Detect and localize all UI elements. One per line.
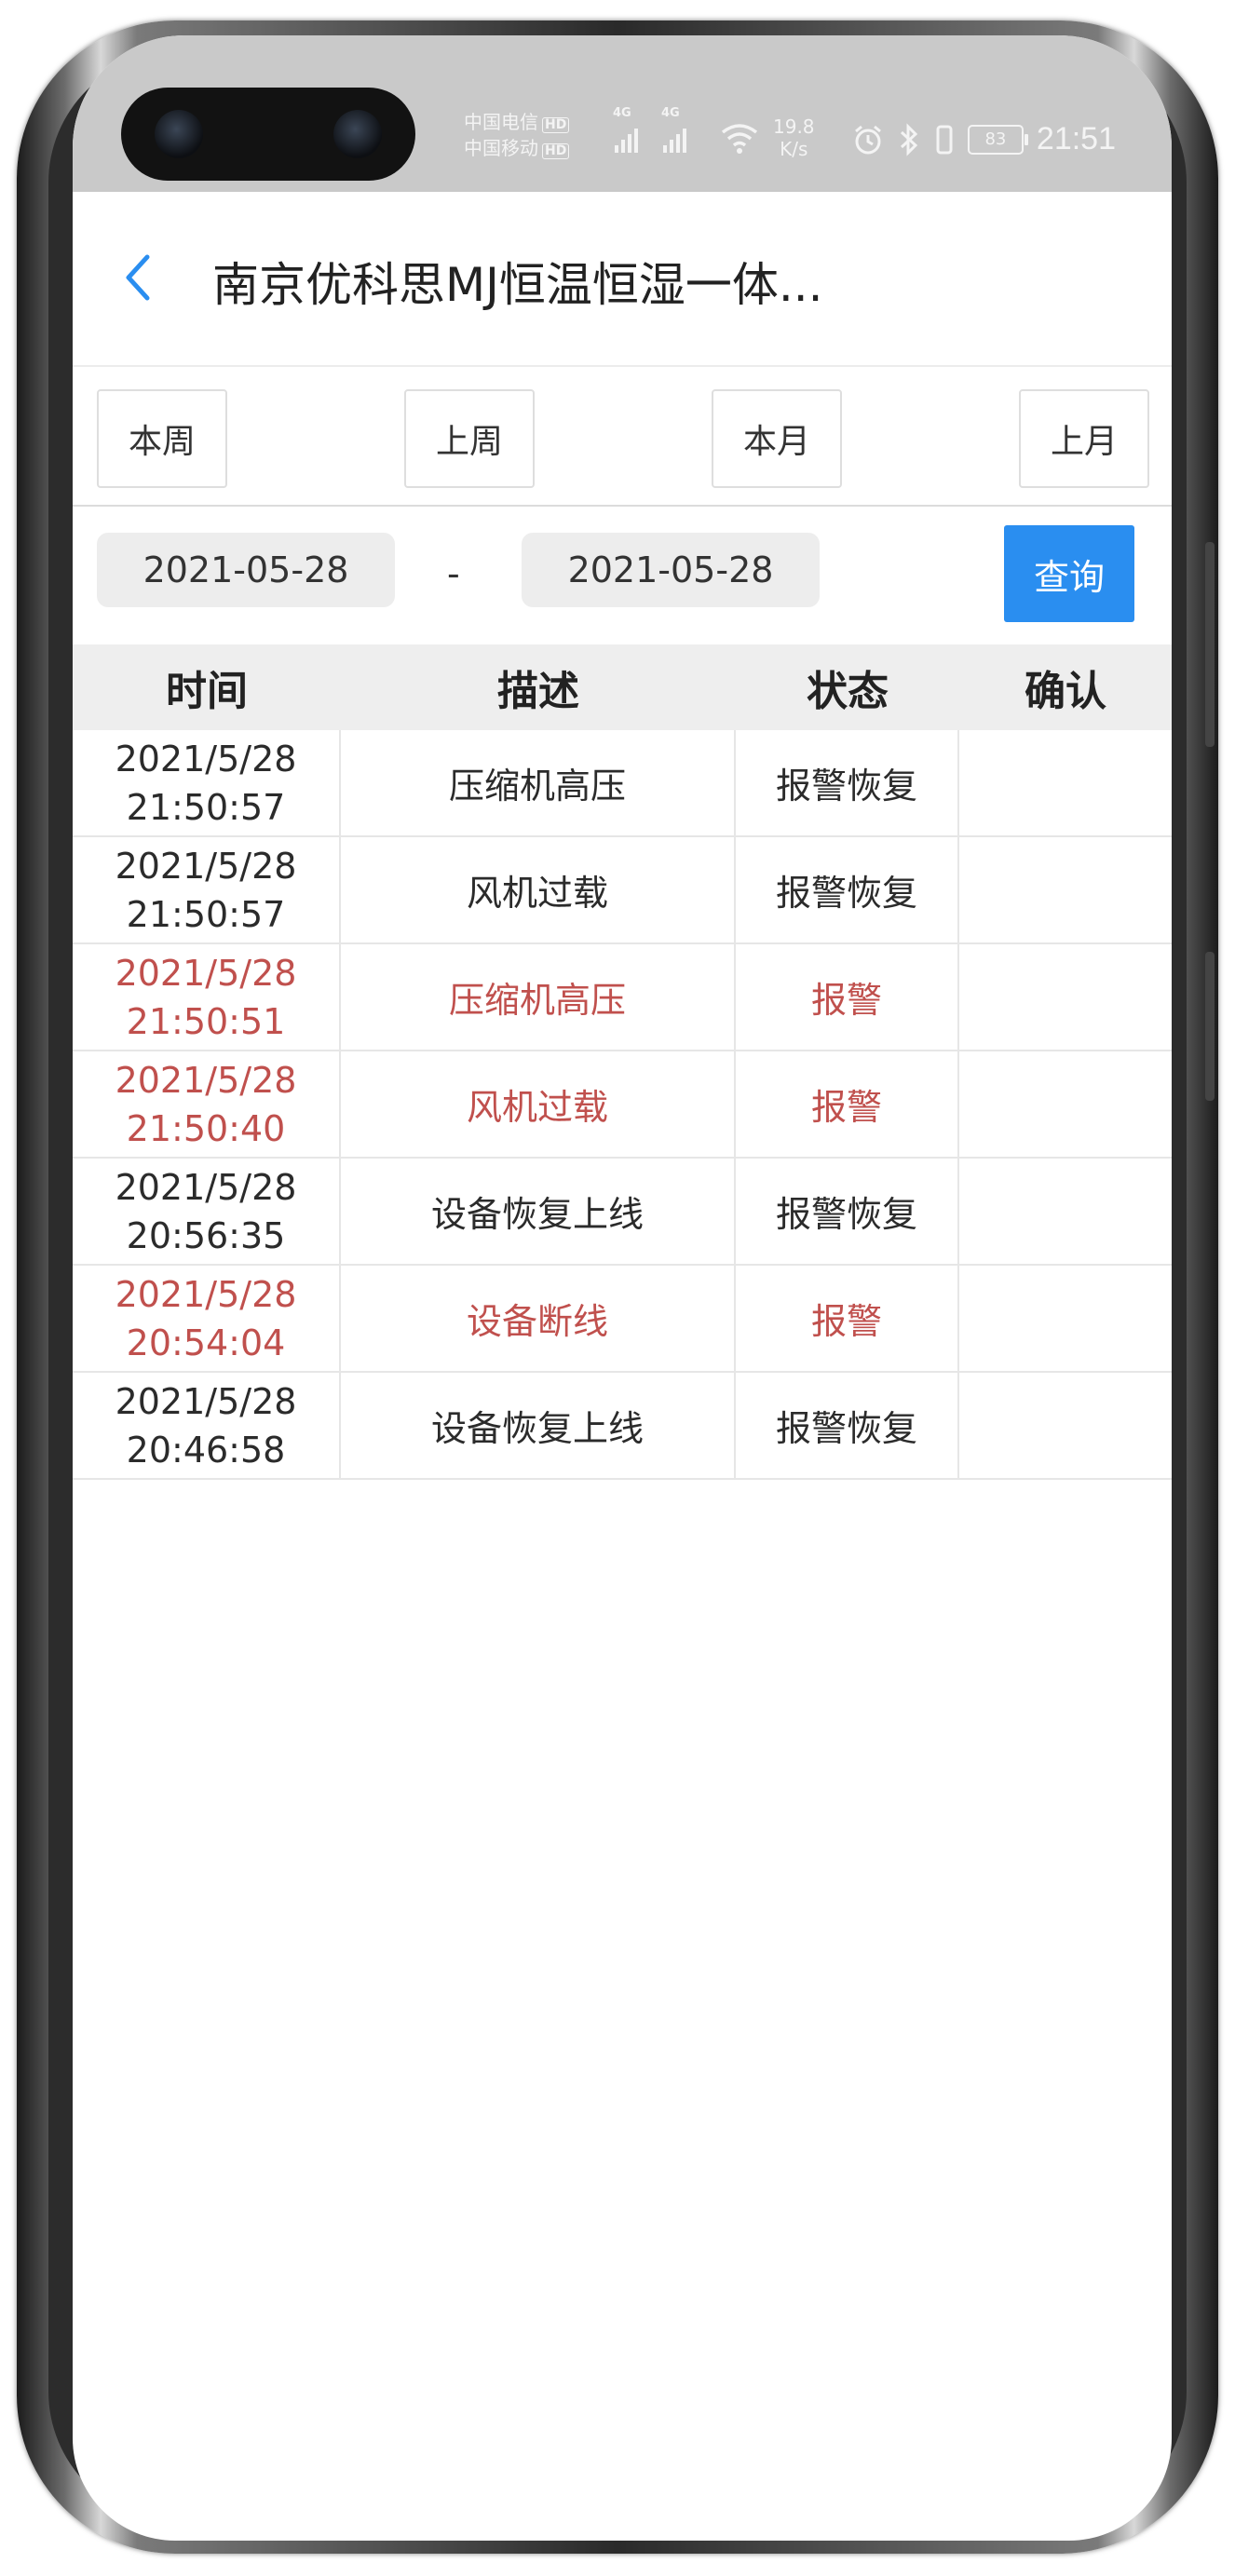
column-header-time: 时间 <box>166 668 248 715</box>
description-cell: 压缩机高压 <box>341 944 736 1050</box>
date-text: 2021/5/28 <box>115 845 297 887</box>
status-cell: 报警 <box>736 1266 959 1371</box>
table-header: 时间 描述 状态 确认 <box>73 644 1172 730</box>
status-cell: 报警 <box>736 944 959 1050</box>
status-cell: 报警恢复 <box>736 1373 959 1478</box>
volume-key <box>1205 542 1215 747</box>
time-cell: 2021/5/28 21:50:57 <box>73 837 341 942</box>
date-text: 2021/5/28 <box>115 1380 297 1422</box>
camera-lens-icon <box>333 110 382 158</box>
time-cell: 2021/5/28 21:50:40 <box>73 1051 341 1157</box>
column-header-description: 描述 <box>497 668 579 715</box>
time-cell: 2021/5/28 21:50:57 <box>73 730 341 835</box>
description-cell: 风机过载 <box>341 1051 736 1157</box>
nav-header: 南京优科思MJ恒温恒湿一体... <box>73 192 1172 367</box>
status-icons: 83 21:51 <box>852 121 1116 157</box>
status-bar: 中国电信 HD 中国移动 HD 4G 4G 19.8 K/s 83 21:51 <box>73 35 1172 192</box>
screen: 中国电信 HD 中国移动 HD 4G 4G 19.8 K/s 83 21:51 … <box>73 35 1172 2541</box>
power-key <box>1205 952 1215 1101</box>
time-text: 20:54:04 <box>126 1322 286 1363</box>
camera-lens-icon <box>155 110 203 158</box>
description-cell: 设备断线 <box>341 1266 736 1371</box>
last-week-button[interactable]: 上周 <box>404 389 535 488</box>
chevron-left-icon[interactable] <box>119 250 156 305</box>
this-week-button[interactable]: 本周 <box>97 389 227 488</box>
net-speed: 19.8 K/s <box>773 115 815 160</box>
time-cell: 2021/5/28 21:50:51 <box>73 944 341 1050</box>
carrier-2: 中国移动 HD <box>464 138 570 159</box>
end-date-input[interactable]: 2021-05-28 <box>522 533 820 607</box>
time-cell: 2021/5/28 20:46:58 <box>73 1373 341 1478</box>
date-text: 2021/5/28 <box>115 952 297 994</box>
status-cell: 报警恢复 <box>736 1159 959 1264</box>
description-cell: 设备恢复上线 <box>341 1373 736 1478</box>
table-row[interactable]: 2021/5/28 20:56:35 设备恢复上线 报警恢复 <box>73 1159 1172 1266</box>
table-row[interactable]: 2021/5/28 20:46:58 设备恢复上线 报警恢复 <box>73 1373 1172 1480</box>
confirm-cell[interactable] <box>959 837 1172 942</box>
status-cell: 报警恢复 <box>736 730 959 835</box>
query-button[interactable]: 查询 <box>1004 525 1134 622</box>
last-month-button[interactable]: 上月 <box>1019 389 1149 488</box>
alarm-clock-icon <box>854 125 881 154</box>
camera-cutout <box>121 88 415 181</box>
time-text: 21:50:57 <box>126 893 286 935</box>
status-cell: 报警 <box>736 1051 959 1157</box>
table-row[interactable]: 2021/5/28 21:50:51 压缩机高压 报警 <box>73 944 1172 1051</box>
confirm-cell[interactable] <box>959 1266 1172 1371</box>
date-text: 2021/5/28 <box>115 1273 297 1315</box>
date-separator: - <box>447 553 460 594</box>
time-text: 21:50:57 <box>126 786 286 828</box>
page-title: 南京优科思MJ恒温恒湿一体... <box>212 258 823 312</box>
confirm-cell[interactable] <box>959 944 1172 1050</box>
date-text: 2021/5/28 <box>115 1059 297 1101</box>
date-filter: 2021-05-28 - 2021-05-28 查询 <box>73 507 1172 644</box>
status-cell: 报警恢复 <box>736 837 959 942</box>
signal-icon: 4G <box>661 106 686 153</box>
table-row[interactable]: 2021/5/28 20:54:04 设备断线 报警 <box>73 1266 1172 1373</box>
time-text: 20:46:58 <box>126 1429 286 1471</box>
table-row[interactable]: 2021/5/28 21:50:57 压缩机高压 报警恢复 <box>73 730 1172 837</box>
confirm-cell[interactable] <box>959 1051 1172 1157</box>
time-text: 21:50:51 <box>126 1000 286 1042</box>
time-cell: 2021/5/28 20:56:35 <box>73 1159 341 1264</box>
column-header-status: 状态 <box>807 668 889 715</box>
description-cell: 设备恢复上线 <box>341 1159 736 1264</box>
this-month-button[interactable]: 本月 <box>712 389 842 488</box>
confirm-cell[interactable] <box>959 1159 1172 1264</box>
column-header-confirm: 确认 <box>1025 668 1106 715</box>
confirm-cell[interactable] <box>959 730 1172 835</box>
start-date-input[interactable]: 2021-05-28 <box>97 533 395 607</box>
date-text: 2021/5/28 <box>115 1166 297 1208</box>
status-time: 21:51 <box>1036 121 1116 156</box>
wifi-icon <box>721 124 758 154</box>
carrier-1: 中国电信 HD <box>464 112 570 133</box>
time-text: 20:56:35 <box>126 1214 286 1256</box>
time-text: 21:50:40 <box>126 1107 286 1149</box>
battery-icon: 83 <box>967 124 1028 155</box>
table-row[interactable]: 2021/5/28 21:50:40 风机过载 报警 <box>73 1051 1172 1159</box>
description-cell: 压缩机高压 <box>341 730 736 835</box>
signal-icon: 4G <box>613 106 638 153</box>
table-row[interactable]: 2021/5/28 21:50:57 风机过载 报警恢复 <box>73 837 1172 944</box>
vibrate-icon <box>936 125 953 154</box>
date-text: 2021/5/28 <box>115 738 297 780</box>
quick-range-bar: 本周 上周 本月 上月 <box>73 367 1172 507</box>
alarm-table: 2021/5/28 21:50:57 压缩机高压 报警恢复 2021/5/28 … <box>73 730 1172 1480</box>
bluetooth-icon <box>900 122 918 156</box>
time-cell: 2021/5/28 20:54:04 <box>73 1266 341 1371</box>
description-cell: 风机过载 <box>341 837 736 942</box>
confirm-cell[interactable] <box>959 1373 1172 1478</box>
